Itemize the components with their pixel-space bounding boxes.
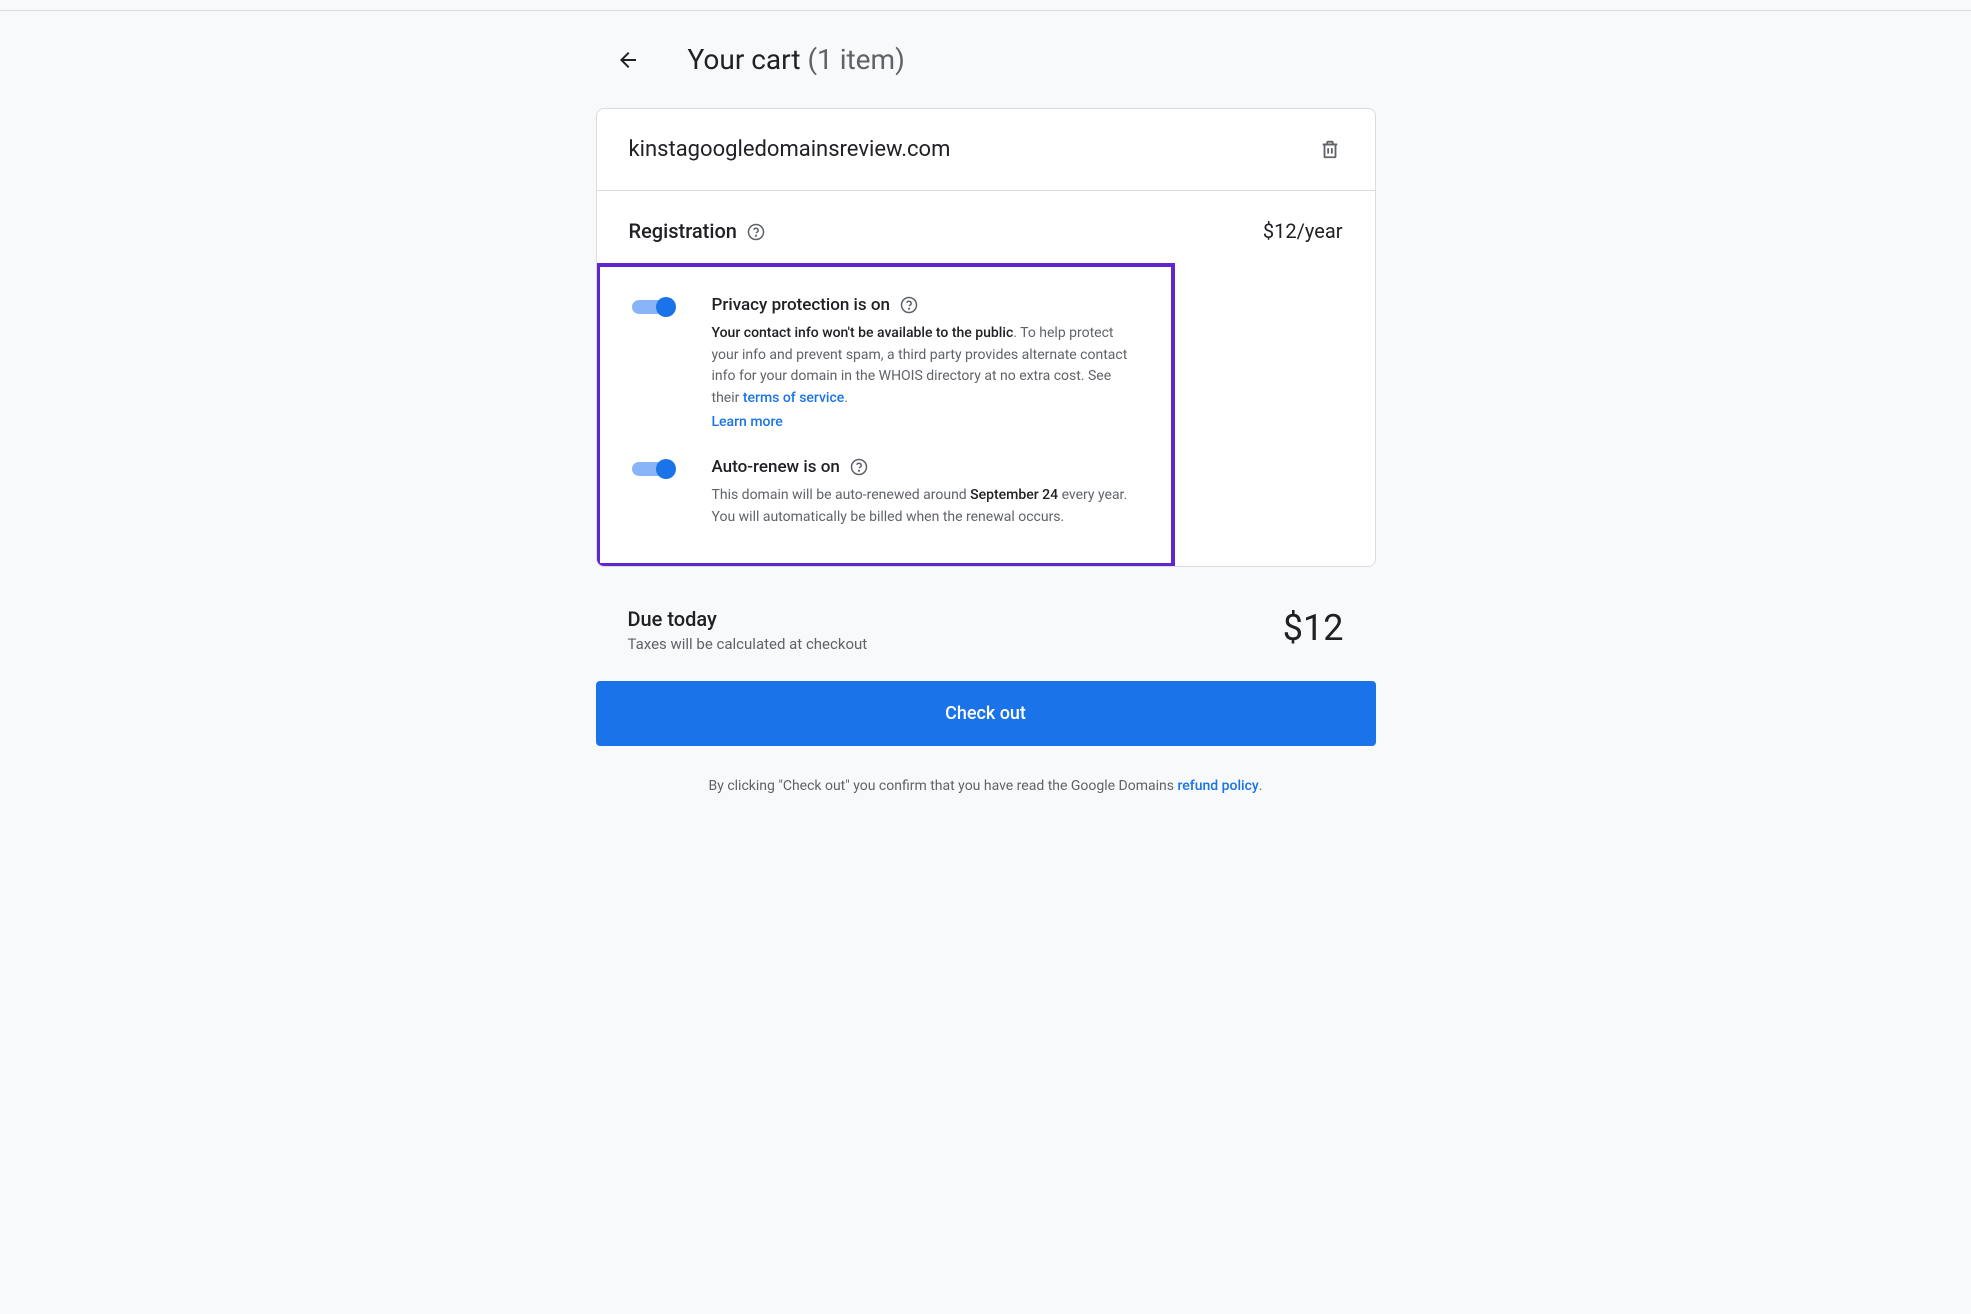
- privacy-content: Privacy protection is on Your contact in…: [712, 295, 1140, 433]
- registration-label: Registration: [629, 219, 737, 243]
- help-icon: [850, 458, 868, 476]
- autorenew-description: This domain will be auto-renewed around …: [712, 485, 1140, 528]
- privacy-title: Privacy protection is on: [712, 295, 890, 315]
- due-today-row: Due today Taxes will be calculated at ch…: [596, 567, 1376, 681]
- autorenew-date: September 24: [970, 487, 1058, 503]
- privacy-help-button[interactable]: [900, 296, 918, 314]
- options-highlight-box: Privacy protection is on Your contact in…: [596, 263, 1176, 567]
- domain-name: kinstagoogledomainsreview.com: [629, 137, 951, 162]
- autorenew-toggle[interactable]: [632, 459, 676, 479]
- registration-header: Registration $12/year: [597, 191, 1375, 263]
- due-today-title: Due today: [628, 607, 868, 631]
- help-icon: [747, 223, 765, 241]
- privacy-toggle[interactable]: [632, 297, 676, 317]
- registration-price: $12/year: [1263, 219, 1343, 243]
- registration-title-row: Registration: [629, 219, 765, 243]
- autorenew-section: Auto-renew is on This domain will be aut…: [632, 443, 1140, 538]
- cart-card: kinstagoogledomainsreview.com Registrati…: [596, 108, 1376, 567]
- page-title-text: Your cart: [688, 43, 801, 76]
- privacy-desc-bold: Your contact info won't be available to …: [712, 325, 1014, 341]
- refund-policy-link[interactable]: refund policy: [1177, 778, 1258, 794]
- disclaimer-period: .: [1259, 778, 1263, 794]
- page-header: Your cart (1 item): [616, 11, 1376, 108]
- autorenew-desc-pre: This domain will be auto-renewed around: [712, 487, 971, 503]
- autorenew-content: Auto-renew is on This domain will be aut…: [712, 457, 1140, 528]
- privacy-period: .: [844, 390, 848, 406]
- delete-button[interactable]: [1319, 138, 1343, 162]
- registration-help-button[interactable]: [747, 222, 765, 240]
- domain-row: kinstagoogledomainsreview.com: [597, 109, 1375, 191]
- page-title: Your cart (1 item): [688, 43, 905, 76]
- item-count: (1 item): [807, 43, 904, 76]
- privacy-section: Privacy protection is on Your contact in…: [632, 281, 1140, 443]
- checkout-disclaimer: By clicking "Check out" you confirm that…: [596, 746, 1376, 794]
- privacy-description: Your contact info won't be available to …: [712, 323, 1140, 433]
- back-arrow-button[interactable]: [616, 48, 640, 72]
- checkout-button[interactable]: Check out: [596, 681, 1376, 746]
- toggle-thumb: [656, 297, 676, 317]
- disclaimer-pre: By clicking "Check out" you confirm that…: [709, 778, 1178, 794]
- autorenew-title: Auto-renew is on: [712, 457, 840, 477]
- help-icon: [900, 296, 918, 314]
- due-today-subtitle: Taxes will be calculated at checkout: [628, 635, 868, 653]
- terms-of-service-link[interactable]: terms of service: [743, 390, 844, 406]
- trash-icon: [1319, 138, 1341, 160]
- learn-more-link[interactable]: Learn more: [712, 412, 1140, 434]
- due-today-amount: $12: [1283, 607, 1344, 649]
- toggle-thumb: [656, 459, 676, 479]
- arrow-back-icon: [616, 48, 640, 72]
- autorenew-help-button[interactable]: [850, 458, 868, 476]
